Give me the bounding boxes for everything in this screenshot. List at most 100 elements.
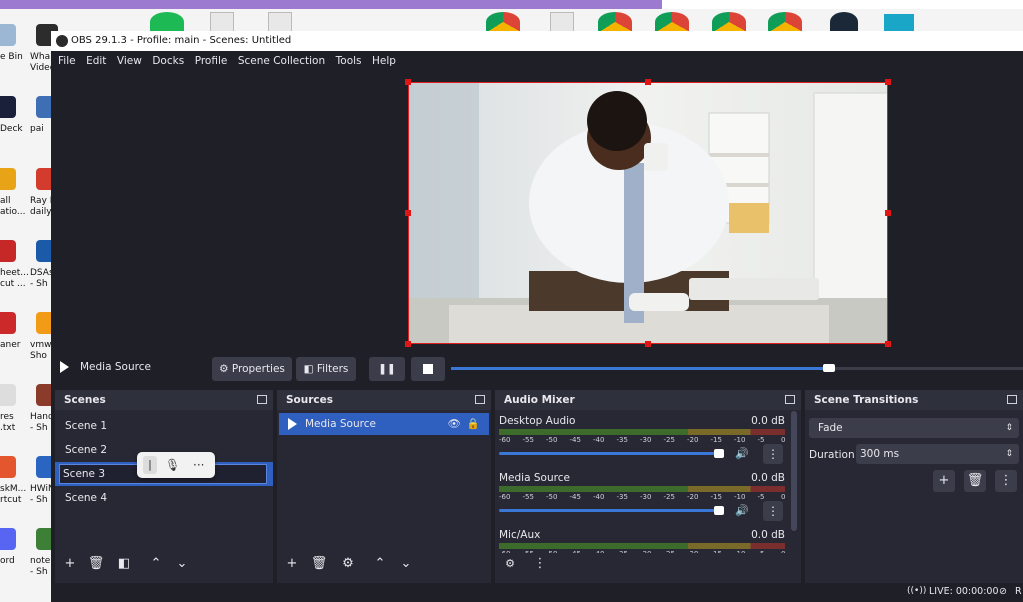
move-source-down-button[interactable]: ⌄ [395,553,417,575]
volume-slider[interactable] [499,509,723,512]
menu-edit[interactable]: Edit [86,51,106,71]
speaker-icon[interactable]: 🔊 [735,447,749,460]
steam-icon[interactable] [830,12,858,32]
scale-tick: -35 [616,493,628,501]
desktop-shortcut-icon[interactable] [0,528,16,550]
menu-help[interactable]: Help [372,51,396,71]
transform-handle[interactable] [885,341,891,347]
preview-area[interactable] [51,71,1023,347]
seek-bar[interactable] [451,364,1023,372]
play-icon[interactable] [60,361,69,373]
scale-tick: -30 [640,550,651,553]
mixer-menu-button[interactable]: ⋮ [529,553,551,575]
desktop-shortcut-icon[interactable] [0,96,16,118]
desktop-shortcut-label[interactable]: heet... cut ... [0,268,29,290]
volume-slider[interactable] [499,452,723,455]
spotify-icon[interactable] [150,12,184,32]
undock-icon[interactable] [257,395,267,404]
desktop-shortcut-icon[interactable] [0,240,16,262]
desktop-shortcut-label[interactable]: pai [30,124,44,135]
source-item[interactable]: Media Source 👁 🔒 [279,413,489,435]
text-input-popup[interactable]: | 🎙 ··· [137,452,215,478]
desktop-shortcut-label[interactable]: e Bin [0,52,23,63]
transform-handle[interactable] [405,341,411,347]
chrome-icon[interactable] [712,12,746,32]
desktop-shortcut-icon[interactable] [0,312,16,334]
duration-input[interactable]: 300 ms ⇕ [856,444,1019,464]
transform-handle[interactable] [645,79,651,85]
move-scene-down-button[interactable]: ⌄ [171,553,193,575]
filters-button[interactable]: ◧ Filters [296,357,356,381]
undock-icon[interactable] [475,395,485,404]
transition-menu-button[interactable]: ⋮ [995,470,1017,492]
pause-button[interactable]: ❚❚ [369,357,405,381]
mixer-channel: Mic/Aux0.0 dB-60-55-50-45-40-35-30-25-20… [495,529,789,553]
eye-icon[interactable]: 👁 [448,413,461,435]
transition-select[interactable]: Fade ⇕ [809,418,1019,438]
menu-profile[interactable]: Profile [195,51,228,71]
scale-tick: -45 [569,493,581,501]
channel-menu-button[interactable]: ⋮ [763,444,783,464]
move-source-up-button[interactable]: ⌃ [369,553,391,575]
mixer-scrollbar[interactable] [791,411,797,531]
properties-button[interactable]: ⚙ Properties [212,357,292,381]
remove-scene-button[interactable]: 🗑 [85,553,107,575]
sources-title: Sources [286,394,334,406]
transform-handle[interactable] [405,79,411,85]
menu-tools[interactable]: Tools [336,51,362,71]
undock-icon[interactable] [1007,395,1017,404]
add-transition-button[interactable]: + [933,470,955,492]
desktop-shortcut-label[interactable]: res .txt [0,412,15,434]
chrome-icon[interactable] [598,12,632,32]
transform-handle[interactable] [885,79,891,85]
stop-button[interactable] [411,357,445,381]
add-scene-button[interactable]: + [59,553,81,575]
transform-handle[interactable] [885,210,891,216]
more-icon[interactable]: ··· [193,452,204,478]
chrome-icon[interactable] [486,12,520,32]
remove-source-button[interactable]: 🗑 [308,553,330,575]
desktop-shortcut-icon[interactable] [0,24,16,46]
source-properties-button[interactable]: ⚙ [337,553,359,575]
app-icon[interactable] [884,14,914,32]
undock-icon[interactable] [785,395,795,404]
scene-item[interactable]: Scene 4 [55,486,273,510]
volume-handle[interactable] [714,506,725,515]
desktop-shortcut-icon[interactable] [0,168,16,190]
scale-tick: -25 [663,493,675,501]
desktop-shortcut-label[interactable]: Deck [0,124,23,135]
audio-mixer-title: Audio Mixer [504,394,575,406]
desktop-shortcut-icon[interactable] [0,456,16,478]
file-icon[interactable] [550,12,574,32]
chrome-icon[interactable] [768,12,802,32]
desktop-shortcut-label[interactable]: skM... rtcut [0,484,26,506]
desktop-shortcut-label[interactable]: ord [0,556,15,567]
transform-handle[interactable] [645,341,651,347]
transform-handle[interactable] [405,210,411,216]
advanced-audio-button[interactable]: ⚙ [499,553,521,575]
file-icon[interactable] [210,12,234,32]
scene-item[interactable]: Scene 1 [55,414,273,438]
remove-transition-button[interactable]: 🗑 [964,470,986,492]
desktop-shortcut-icon[interactable] [0,384,16,406]
volume-handle[interactable] [714,449,725,458]
lock-icon[interactable]: 🔒 [467,413,480,435]
media-source-preview[interactable] [408,82,888,344]
channel-menu-button[interactable]: ⋮ [763,501,783,521]
move-scene-up-button[interactable]: ⌃ [145,553,167,575]
add-source-button[interactable]: + [281,553,303,575]
properties-label: Properties [231,363,285,375]
menu-file[interactable]: File [58,51,76,71]
menu-docks[interactable]: Docks [152,51,184,71]
menu-scene-collection[interactable]: Scene Collection [238,51,325,71]
speaker-icon[interactable]: 🔊 [735,504,749,517]
desktop-shortcut-label[interactable]: aner [0,340,20,351]
desktop-shortcut-label[interactable]: all atio... [0,196,25,218]
chrome-icon[interactable] [655,12,689,32]
seek-handle[interactable] [822,364,835,372]
menu-view[interactable]: View [117,51,142,71]
microphone-icon[interactable]: 🎙 [165,452,180,478]
stop-icon [423,364,433,374]
scene-filters-button[interactable]: ◧ [113,553,135,575]
file-icon[interactable] [268,12,292,32]
